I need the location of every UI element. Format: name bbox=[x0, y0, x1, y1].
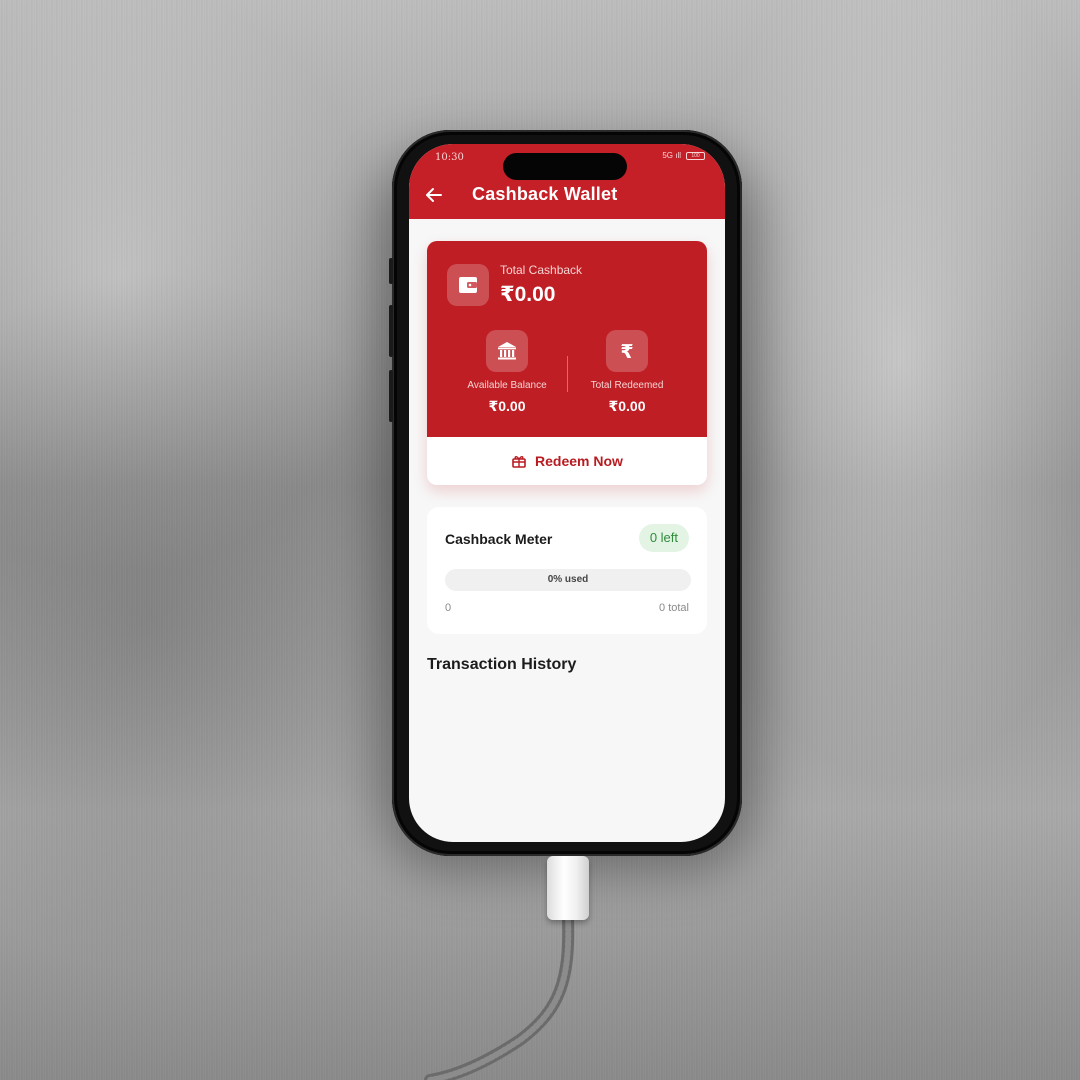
mute-switch bbox=[389, 258, 393, 284]
total-redeemed-label: Total Redeemed bbox=[590, 380, 664, 391]
bank-icon-container bbox=[486, 330, 528, 372]
phone-screen: 10:30 5G ıll 100 Cashback Wallet Total C… bbox=[409, 144, 725, 842]
wallet-summary-header: Total Cashback ₹0.00 Available Balance ₹… bbox=[427, 241, 707, 437]
remaining-badge: 0 left bbox=[638, 524, 689, 552]
back-arrow-icon[interactable] bbox=[425, 186, 443, 204]
bank-icon bbox=[498, 342, 516, 360]
wallet-icon bbox=[459, 277, 477, 293]
available-balance-label: Available Balance bbox=[467, 380, 547, 391]
battery-icon: 100 bbox=[686, 151, 705, 160]
rupee-icon: ₹ bbox=[620, 341, 633, 363]
cable-connector bbox=[547, 856, 589, 920]
svg-text:₹: ₹ bbox=[620, 341, 633, 363]
transaction-history-title: Transaction History bbox=[427, 656, 577, 673]
meter-min-label: 0 bbox=[445, 602, 452, 614]
available-balance-value: ₹0.00 bbox=[488, 398, 526, 414]
status-time: 10:30 bbox=[435, 152, 464, 163]
total-cashback-value: ₹0.00 bbox=[500, 283, 556, 306]
status-indicators: 5G ıll 100 bbox=[662, 151, 705, 160]
redeem-now-label: Redeem Now bbox=[535, 453, 623, 469]
rupee-icon-container: ₹ bbox=[606, 330, 648, 372]
volume-down-button bbox=[389, 370, 393, 422]
cashback-meter-card: Cashback Meter 0 left 0% used 0 0 total bbox=[427, 507, 707, 634]
usage-progress-bar: 0% used bbox=[445, 569, 691, 591]
gift-icon bbox=[512, 456, 526, 468]
dynamic-island bbox=[503, 153, 627, 180]
total-redeemed-value: ₹0.00 bbox=[608, 398, 646, 414]
wallet-icon-container bbox=[447, 264, 489, 306]
usage-progress-text: 0% used bbox=[547, 574, 589, 585]
page-title: Cashback Wallet bbox=[472, 184, 618, 204]
volume-up-button bbox=[389, 305, 393, 357]
redeem-now-button[interactable]: Redeem Now bbox=[427, 437, 707, 485]
phone-frame: 10:30 5G ıll 100 Cashback Wallet Total C… bbox=[389, 130, 742, 856]
signal-indicator: 5G ıll bbox=[662, 151, 681, 160]
wallet-summary-card: Total Cashback ₹0.00 Available Balance ₹… bbox=[427, 241, 707, 485]
meter-max-label: 0 total bbox=[659, 602, 689, 614]
cashback-meter-title: Cashback Meter bbox=[445, 531, 553, 547]
total-cashback-label: Total Cashback bbox=[500, 263, 583, 277]
